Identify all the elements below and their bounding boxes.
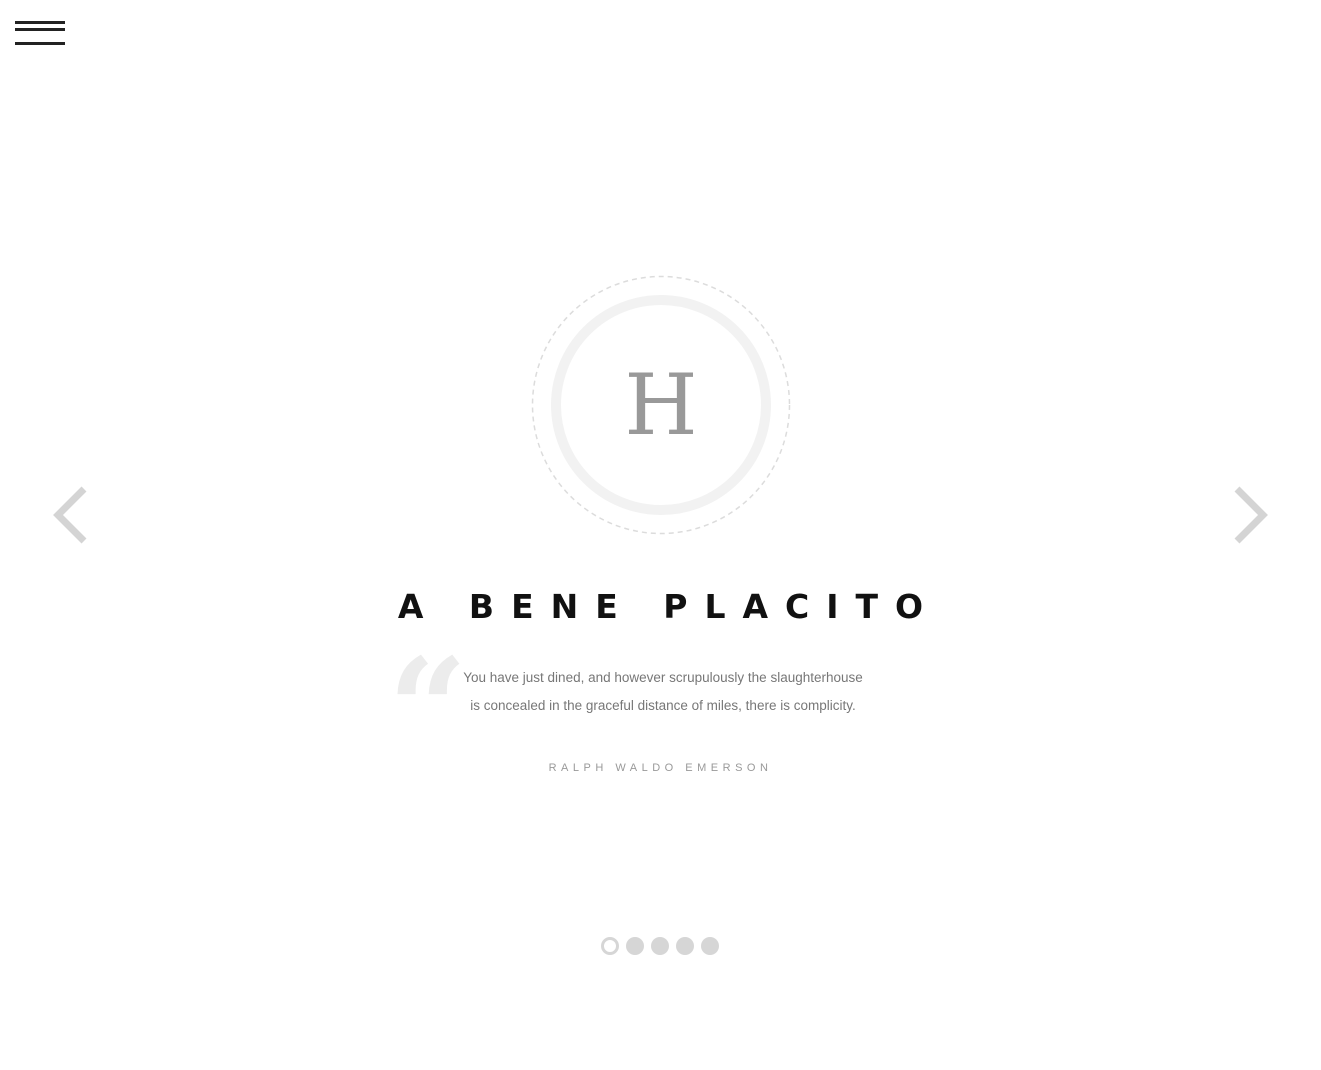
page-title-text: A BENE PLACITO — [397, 587, 941, 626]
brand-logo: H — [531, 275, 791, 535]
pagination-dot[interactable] — [676, 937, 694, 955]
chevron-right-icon — [1234, 486, 1268, 544]
prev-slide-button[interactable] — [46, 483, 96, 547]
pagination-dot[interactable] — [701, 937, 719, 955]
next-slide-button[interactable] — [1225, 483, 1275, 547]
menu-button[interactable] — [15, 21, 65, 46]
pagination-dot[interactable] — [651, 937, 669, 955]
hamburger-icon-bar — [15, 28, 65, 31]
hamburger-icon-bar — [15, 42, 65, 45]
slide-pagination — [601, 937, 719, 955]
page: H A BENE PLACITO “ You have just dined, … — [0, 0, 1321, 1070]
hamburger-icon-bar — [15, 21, 65, 24]
pagination-dot[interactable] — [626, 937, 644, 955]
chevron-left-icon — [53, 486, 87, 544]
page-title: A BENE PLACITO — [0, 587, 1321, 626]
testimonial-text: You have just dined, and however scrupul… — [463, 670, 863, 713]
pagination-dot[interactable] — [601, 937, 619, 955]
quote-open-icon: “ — [388, 627, 468, 790]
testimonial-author: RALPH WALDO EMERSON — [548, 762, 773, 774]
logo-letter: H — [624, 356, 698, 454]
